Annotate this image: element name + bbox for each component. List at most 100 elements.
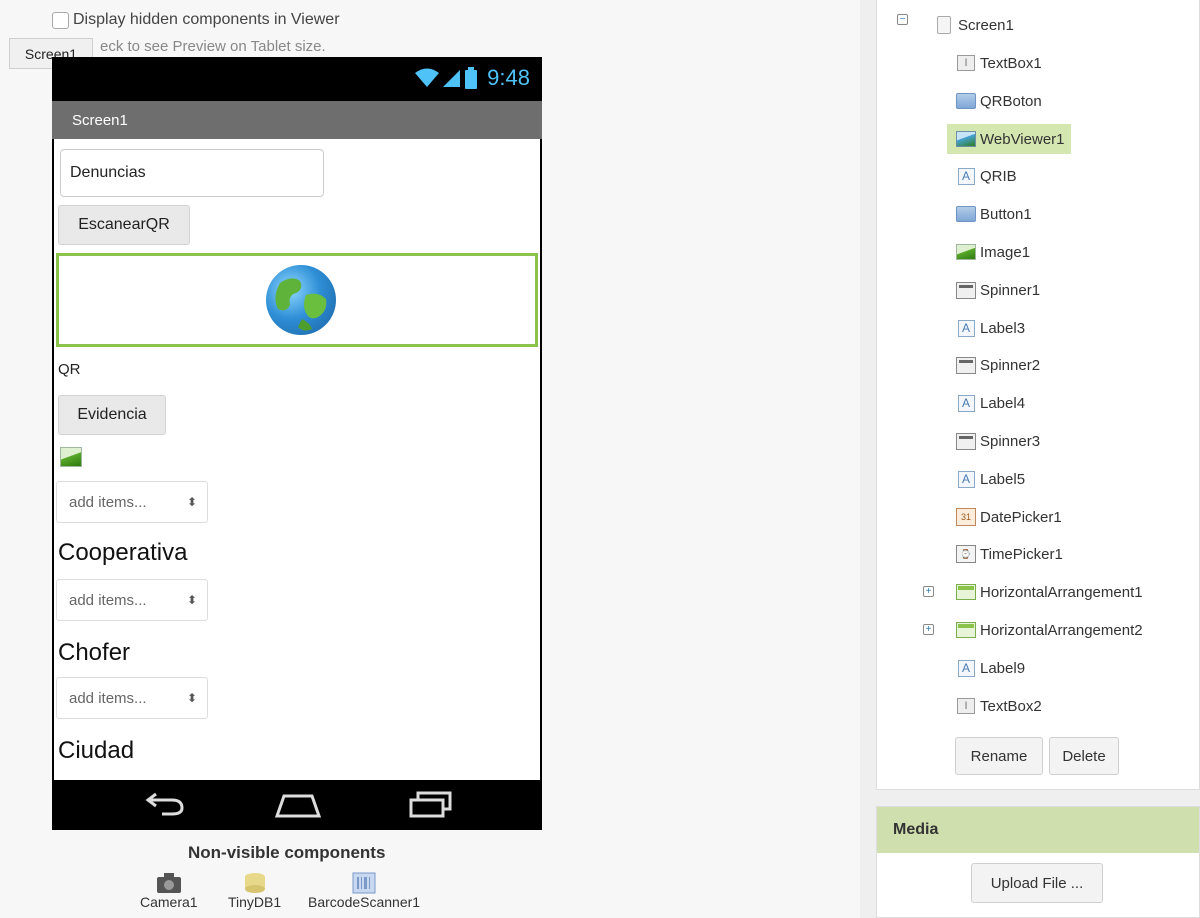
tree-item-label: Spinner2 <box>980 356 1041 374</box>
label-ciudad: Ciudad <box>58 737 135 764</box>
datepicker-icon: 31 <box>956 508 976 526</box>
spinner-arrows-icon: ⬍ <box>186 495 197 509</box>
tree-item-label: Label5 <box>980 470 1026 488</box>
button-icon <box>956 93 976 109</box>
tree-item-label9[interactable]: A Label9 <box>955 653 1025 683</box>
media-header: Media <box>877 807 1199 853</box>
viewer-panel: Display hidden components in Viewer eck … <box>0 0 860 918</box>
tree-item-image1[interactable]: Image1 <box>955 237 1030 267</box>
tree-item-label: Label3 <box>980 319 1026 337</box>
globe-icon <box>266 265 336 335</box>
tree-item-label: Spinner1 <box>980 281 1041 299</box>
expand-horizontalarrangement2-icon[interactable]: + <box>923 624 934 635</box>
delete-button[interactable]: Delete <box>1049 737 1119 775</box>
screen-title-bar: Screen1 <box>52 101 542 139</box>
tree-item-horizontalarrangement2[interactable]: HorizontalArrangement2 <box>955 615 1143 645</box>
screen-icon <box>937 16 951 34</box>
navigation-bar <box>52 780 542 830</box>
textbox-denuncias[interactable]: Denuncias <box>60 149 324 197</box>
tree-item-spinner2[interactable]: Spinner2 <box>955 350 1040 380</box>
signal-icon <box>443 70 461 87</box>
nonvisible-barcodescanner[interactable]: BarcodeScanner1 <box>308 872 420 910</box>
label-chofer: Chofer <box>58 639 131 666</box>
tree-item-label: QRBoton <box>980 92 1042 110</box>
screen-title: Screen1 <box>72 111 128 129</box>
tree-item-label5[interactable]: A Label5 <box>955 464 1025 494</box>
label-icon: A <box>957 394 975 412</box>
hidden-components-row[interactable]: Display hidden components in Viewer <box>52 11 340 29</box>
tree-item-spinner3[interactable]: Spinner3 <box>955 426 1040 456</box>
button-icon <box>956 206 976 222</box>
webviewer-component[interactable] <box>56 253 538 347</box>
spinner-arrows-icon: ⬍ <box>186 593 197 607</box>
recent-apps-icon[interactable] <box>408 790 454 818</box>
spinner-1-placeholder: add items... <box>69 493 147 511</box>
label-icon: A <box>957 659 975 677</box>
image-icon <box>956 244 976 260</box>
webviewer-icon <box>956 131 976 147</box>
camera-label: Camera1 <box>140 894 198 910</box>
tree-item-label: QRIB <box>980 167 1017 185</box>
spinner-1[interactable]: add items... ⬍ <box>56 481 208 523</box>
camera-icon <box>156 873 181 893</box>
tree-item-label: TextBox1 <box>980 54 1042 72</box>
tree-item-label: TextBox2 <box>980 697 1042 715</box>
escanear-qr-button[interactable]: EscanearQR <box>58 205 190 245</box>
spinner-icon <box>956 356 976 374</box>
tree-item-spinner1[interactable]: Spinner1 <box>955 275 1040 305</box>
tree-root-screen1[interactable]: Screen1 <box>933 10 1014 40</box>
database-icon <box>244 873 265 893</box>
upload-file-button[interactable]: Upload File ... <box>971 863 1103 903</box>
hidden-components-checkbox[interactable] <box>52 11 69 29</box>
tree-item-label: Button1 <box>980 205 1032 223</box>
expand-horizontalarrangement1-icon[interactable]: + <box>923 586 934 597</box>
barcode-scanner-icon <box>352 872 376 894</box>
wifi-icon <box>415 68 440 87</box>
collapse-screen1-icon[interactable]: − <box>897 14 908 25</box>
status-time: 9:48 <box>487 65 530 90</box>
tree-root-label: Screen1 <box>958 16 1014 34</box>
rename-button[interactable]: Rename <box>955 737 1043 775</box>
spinner-2-placeholder: add items... <box>69 591 147 609</box>
tree-item-label: Image1 <box>980 243 1031 261</box>
tree-item-label: HorizontalArrangement2 <box>980 621 1143 639</box>
tree-item-label: TimePicker1 <box>980 545 1063 563</box>
tree-item-horizontalarrangement1[interactable]: HorizontalArrangement1 <box>955 577 1143 607</box>
tree-item-datepicker1[interactable]: 31 DatePicker1 <box>955 502 1062 532</box>
tree-item-label: HorizontalArrangement1 <box>980 583 1143 601</box>
spinner-2[interactable]: add items... ⬍ <box>56 579 208 621</box>
evidencia-button[interactable]: Evidencia <box>58 395 166 435</box>
components-tree: − Screen1 I TextBox1 QRBoton WebViewer1 A QRI… <box>876 0 1200 790</box>
tree-item-label: Label9 <box>980 659 1026 677</box>
qr-label: QR <box>58 361 81 378</box>
tree-item-webviewer1[interactable]: WebViewer1 <box>947 124 1071 154</box>
tree-item-qrboton[interactable]: QRBoton <box>955 86 1042 116</box>
textbox-icon: I <box>957 55 975 71</box>
nonvisible-tinydb[interactable]: TinyDB1 <box>228 872 281 910</box>
tinydb-label: TinyDB1 <box>228 894 282 910</box>
spinner-3[interactable]: add items... ⬍ <box>56 677 208 719</box>
hidden-components-label: Display hidden components in Viewer <box>73 11 340 28</box>
tree-item-label3[interactable]: A Label3 <box>955 313 1025 343</box>
spinner-3-placeholder: add items... <box>69 689 147 707</box>
spinner-icon <box>956 432 976 450</box>
tree-item-button1[interactable]: Button1 <box>955 199 1032 229</box>
tree-item-label4[interactable]: A Label4 <box>955 388 1025 418</box>
label-icon: A <box>957 319 975 337</box>
label-cooperativa: Cooperativa <box>58 539 188 566</box>
tree-item-textbox1[interactable]: I TextBox1 <box>955 48 1042 78</box>
media-panel: Media Upload File ... <box>876 806 1200 918</box>
spinner-arrows-icon: ⬍ <box>186 691 197 705</box>
battery-icon <box>465 67 478 89</box>
timepicker-icon: ⌚ <box>956 545 976 563</box>
label-icon: A <box>957 167 975 185</box>
tree-item-qrib[interactable]: A QRIB <box>955 161 1017 191</box>
tree-item-timepicker1[interactable]: ⌚ TimePicker1 <box>955 539 1063 569</box>
horizontal-arrangement-icon <box>956 622 976 638</box>
spinner-icon <box>956 281 976 299</box>
home-icon[interactable] <box>274 792 322 818</box>
back-icon[interactable] <box>142 792 186 818</box>
tree-item-textbox2[interactable]: I TextBox2 <box>955 691 1042 721</box>
nonvisible-camera[interactable]: Camera1 <box>140 872 198 910</box>
label-icon: A <box>957 470 975 488</box>
